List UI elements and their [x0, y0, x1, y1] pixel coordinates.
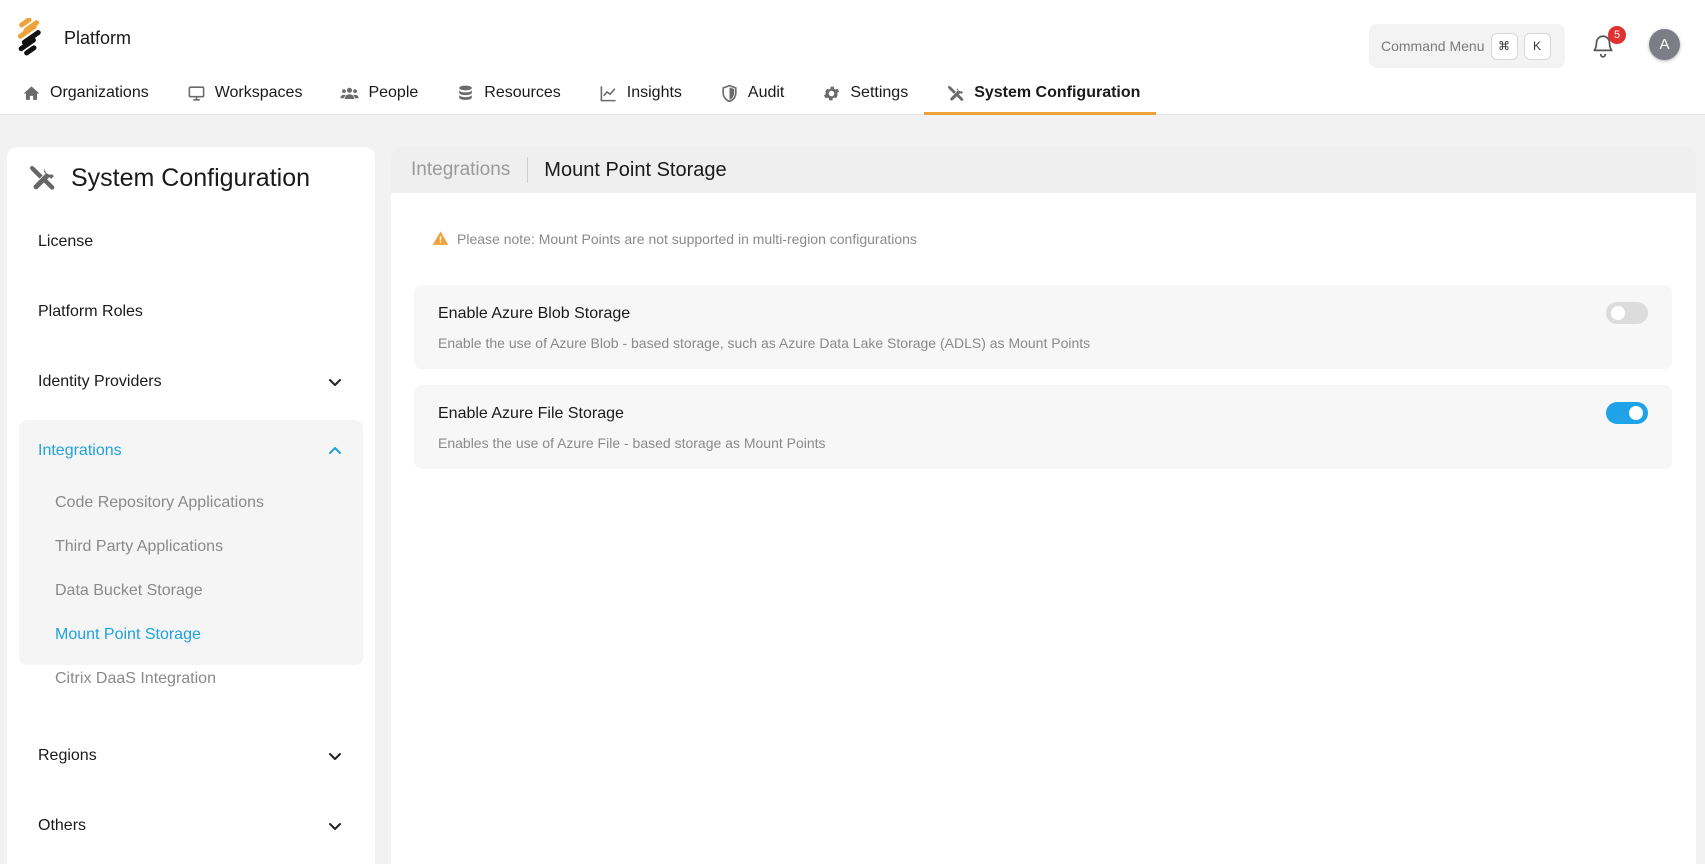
sidebar-item-label: Regions	[38, 747, 97, 764]
chart-line-icon	[600, 85, 616, 101]
nav-label: Resources	[484, 84, 561, 101]
sidebar-title-label: System Configuration	[71, 163, 311, 192]
nav-label: People	[368, 84, 419, 101]
setting-description: Enable the use of Azure Blob - based sto…	[438, 335, 1091, 351]
warning-note-text: Please note: Mount Points are not suppor…	[457, 230, 917, 247]
nav-item-organizations[interactable]: Organizations	[0, 72, 165, 114]
sidebar-subitem-data-bucket-storage[interactable]: Data Bucket Storage	[55, 579, 203, 603]
azure-file-toggle[interactable]	[1606, 402, 1648, 424]
command-menu-label: Command Menu	[1381, 38, 1485, 54]
tools-icon	[29, 165, 55, 190]
setting-card-azure-file: Enable Azure File Storage Enables the us…	[414, 385, 1672, 469]
toggle-knob	[1611, 306, 1625, 320]
sidebar-item-integrations[interactable]: Integrations	[19, 420, 363, 482]
gear-icon	[824, 86, 840, 100]
sidebar-subitem-mount-point-storage[interactable]: Mount Point Storage	[55, 623, 201, 647]
nav-item-audit[interactable]: Audit	[698, 72, 800, 114]
main-nav: Organizations Workspaces People Resource…	[0, 72, 1157, 115]
app-name: Platform	[64, 27, 132, 48]
sidebar-item-label: Integrations	[38, 442, 122, 459]
chevron-down-icon	[329, 753, 341, 760]
page-title: Mount Point Storage	[544, 158, 727, 181]
brand-logo-icon	[17, 18, 41, 56]
setting-title: Enable Azure Blob Storage	[438, 305, 631, 322]
sidebar-item-license[interactable]: License	[19, 217, 363, 267]
nav-label: Organizations	[50, 84, 149, 101]
sidebar-item-label: License	[38, 233, 94, 250]
home-icon	[23, 85, 40, 100]
notification-badge: 5	[1608, 26, 1626, 44]
chevron-down-icon	[329, 379, 341, 386]
sidebar-item-others[interactable]: Others	[19, 801, 363, 851]
nav-item-resources[interactable]: Resources	[434, 72, 576, 114]
nav-label: Audit	[747, 84, 785, 101]
nav-item-people[interactable]: People	[318, 72, 434, 114]
nav-label: Workspaces	[214, 84, 303, 101]
chevron-up-icon	[329, 447, 341, 454]
command-key: ⌘	[1490, 32, 1518, 60]
avatar[interactable]: A	[1649, 29, 1680, 60]
nav-label: Insights	[626, 84, 682, 101]
sidebar-title: System Configuration	[27, 163, 310, 193]
setting-card-azure-blob: Enable Azure Blob Storage Enable the use…	[414, 285, 1672, 369]
main-panel: Integrations Mount Point Storage Please …	[391, 147, 1696, 864]
k-key: K	[1523, 32, 1551, 60]
sidebar-item-platform-roles[interactable]: Platform Roles	[19, 287, 363, 337]
nav-label: Settings	[850, 84, 909, 101]
breadcrumb: Integrations Mount Point Storage	[391, 147, 1696, 193]
sidebar-subitem-code-repository-applications[interactable]: Code Repository Applications	[55, 491, 264, 515]
setting-description: Enables the use of Azure File - based st…	[438, 435, 826, 451]
shield-icon	[722, 84, 737, 102]
sidebar-group-integrations: Integrations Code Repository Application…	[19, 420, 363, 687]
azure-blob-toggle[interactable]	[1606, 302, 1648, 324]
nav-label: System Configuration	[974, 84, 1141, 101]
sidebar-item-label: Platform Roles	[38, 303, 143, 320]
brand[interactable]: Platform	[14, 18, 131, 58]
warning-note: Please note: Mount Points are not suppor…	[432, 230, 917, 247]
nav-item-system-configuration[interactable]: System Configuration	[924, 72, 1157, 115]
nav-item-workspaces[interactable]: Workspaces	[165, 72, 319, 114]
breadcrumb-divider	[527, 157, 529, 183]
toggle-knob	[1629, 406, 1643, 420]
breadcrumb-parent[interactable]: Integrations	[411, 159, 510, 181]
people-icon	[340, 87, 360, 99]
sidebar-item-identity-providers[interactable]: Identity Providers	[19, 357, 363, 407]
sidebar-subitem-third-party-applications[interactable]: Third Party Applications	[55, 535, 223, 559]
warning-icon	[432, 231, 449, 245]
sidebar: System Configuration License Platform Ro…	[7, 147, 375, 864]
sidebar-item-label: Others	[38, 817, 87, 834]
nav-item-settings[interactable]: Settings	[800, 72, 924, 114]
command-menu-button[interactable]: Command Menu ⌘ K	[1369, 24, 1565, 68]
database-icon	[459, 85, 473, 100]
chevron-down-icon	[329, 823, 341, 830]
sidebar-subitem-citrix-daas-integration[interactable]: Citrix DaaS Integration	[55, 667, 216, 691]
sidebar-item-regions[interactable]: Regions	[19, 731, 363, 781]
sidebar-item-label: Identity Providers	[38, 373, 162, 390]
top-header: Platform Command Menu ⌘ K 5 A Organizati…	[0, 0, 1705, 115]
tools-icon	[947, 85, 964, 101]
setting-title: Enable Azure File Storage	[438, 405, 624, 422]
nav-item-insights[interactable]: Insights	[577, 72, 698, 114]
monitor-icon	[188, 85, 205, 101]
